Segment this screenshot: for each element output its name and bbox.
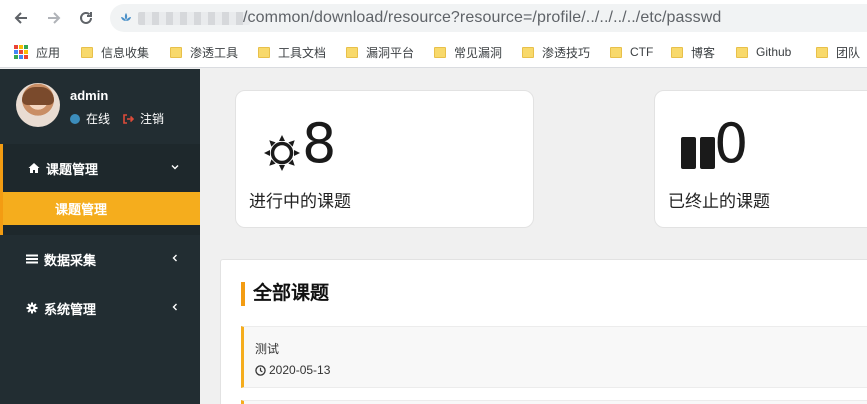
chevron-down-icon <box>171 165 179 170</box>
bookmarks-bar: 应用 信息收集 渗透工具 工具文档 漏洞平台 常见漏洞 渗透技巧 CTF 博客 … <box>0 36 867 68</box>
bookmark-folder[interactable]: 渗透技巧 <box>522 43 590 61</box>
folder-icon <box>816 46 828 58</box>
stat-card-ongoing: 8 进行中的课题 <box>235 90 534 228</box>
bookmark-label: 常见漏洞 <box>454 45 503 60</box>
list-item[interactable]: 测试 2020-05-13 <box>241 326 867 388</box>
folder-icon <box>522 46 534 58</box>
sidebar-item-data-collection[interactable]: 数据采集 <box>0 235 200 283</box>
home-icon <box>28 163 40 173</box>
apps-grid-icon <box>14 45 28 59</box>
redacted-host <box>138 12 250 25</box>
gear-icon <box>26 302 38 314</box>
status-text: 在线 <box>86 112 111 126</box>
bookmark-label: 漏洞平台 <box>366 45 415 60</box>
bookmark-folder[interactable]: 信息收集 <box>81 43 149 61</box>
user-status: 在线 注销 <box>70 110 164 127</box>
tasks-panel: 全部课题 测试 2020-05-13 <box>220 259 867 404</box>
chevron-left-icon <box>172 254 177 262</box>
folder-icon <box>346 46 358 58</box>
arrow-right-icon <box>48 12 61 24</box>
folder-icon <box>671 46 683 58</box>
logout-icon <box>123 113 135 124</box>
submenu-item-label: 课题管理 <box>55 202 108 217</box>
sidebar-item-label: 课题管理 <box>46 161 99 177</box>
main-content: 8 进行中的课题 0 已终止的课题 全部课题 测试 2020-05-13 <box>200 69 867 404</box>
stat-card-terminated: 0 已终止的课题 <box>654 90 867 228</box>
clock-icon <box>255 364 266 376</box>
bookmark-apps[interactable]: 应用 <box>14 43 60 61</box>
user-name: admin <box>70 88 109 103</box>
bookmark-label: 信息收集 <box>101 45 150 60</box>
sidebar-item-label: 数据采集 <box>44 252 97 268</box>
bookmark-label: 应用 <box>36 45 61 60</box>
stat-label: 进行中的课题 <box>249 192 351 211</box>
sidebar: admin 在线 注销 课题管理 课题管理 数据采集 系统管理 <box>0 69 200 404</box>
bookmark-folder[interactable]: CTF <box>610 43 653 61</box>
stat-value: 8 <box>302 112 337 175</box>
folder-icon <box>170 46 182 58</box>
stat-value: 0 <box>714 112 749 175</box>
bookmark-folder[interactable]: 博客 <box>671 43 715 61</box>
address-bar[interactable]: /common/download/resource?resource=/prof… <box>110 4 867 32</box>
user-panel: admin 在线 注销 <box>0 69 200 144</box>
sun-icon <box>264 135 300 171</box>
bookmark-folder[interactable]: 漏洞平台 <box>346 43 414 61</box>
folder-icon <box>434 46 446 58</box>
list-icon <box>26 254 38 264</box>
bookmark-label: CTF <box>630 45 654 59</box>
back-button[interactable] <box>10 7 32 29</box>
submenu-item-topic-management[interactable]: 课题管理 <box>3 192 200 225</box>
url-text: /common/download/resource?resource=/prof… <box>243 9 722 26</box>
task-date-text: 2020-05-13 <box>269 363 331 377</box>
bookmark-label: Github <box>756 45 792 59</box>
bookmark-label: 博客 <box>691 45 716 60</box>
bookmark-folder[interactable]: 渗透工具 <box>170 43 238 61</box>
list-item[interactable] <box>241 400 867 404</box>
folder-icon <box>258 46 270 58</box>
stat-label: 已终止的课题 <box>668 192 770 211</box>
submenu: 课题管理 <box>0 192 200 235</box>
folder-icon <box>610 46 622 58</box>
browser-toolbar: /common/download/resource?resource=/prof… <box>0 0 867 36</box>
sidebar-item-topic-management[interactable]: 课题管理 <box>0 144 200 192</box>
arrow-left-icon <box>14 12 27 24</box>
forward-button[interactable] <box>43 7 65 29</box>
bookmark-label: 工具文档 <box>278 45 327 60</box>
online-dot-icon <box>70 113 80 124</box>
bookmark-label: 渗透技巧 <box>542 45 591 60</box>
reload-button[interactable] <box>75 7 97 29</box>
avatar <box>16 83 60 127</box>
folder-icon <box>81 46 93 58</box>
site-favicon-icon <box>121 13 131 21</box>
bookmark-folder[interactable]: Github <box>736 43 791 61</box>
task-date: 2020-05-13 <box>255 363 330 377</box>
reload-icon <box>80 11 92 24</box>
bookmark-folder[interactable]: 工具文档 <box>258 43 326 61</box>
sidebar-item-label: 系统管理 <box>44 301 97 317</box>
logout-link[interactable]: 注销 <box>140 110 164 127</box>
task-title: 测试 <box>255 342 280 356</box>
sidebar-item-system-management[interactable]: 系统管理 <box>0 284 200 332</box>
panel-title: 全部课题 <box>241 282 329 306</box>
bookmark-label: 渗透工具 <box>190 45 239 60</box>
chevron-left-icon <box>172 303 177 311</box>
bookmark-folder[interactable]: 团队 <box>816 43 860 61</box>
bookmark-folder[interactable]: 常见漏洞 <box>434 43 502 61</box>
bookmark-label: 团队 <box>836 45 861 60</box>
folder-icon <box>736 46 748 58</box>
